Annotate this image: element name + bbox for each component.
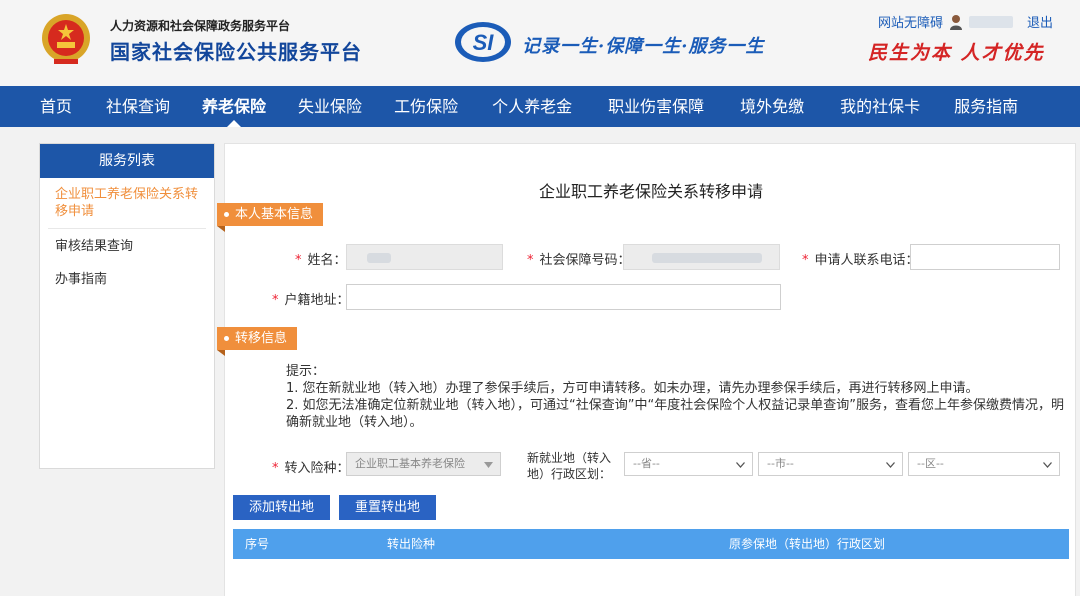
city-select[interactable]: --市-- [758,452,903,476]
site-header: 人力资源和社会保障政务服务平台 国家社会保险公共服务平台 SI 记录一生·保障一… [0,0,1080,86]
tip-item: 1. 您在新就业地（转入地）办理了参保手续后，方可申请转移。如未办理，请先办理参… [286,381,979,396]
chevron-down-icon [1043,462,1052,468]
ssn-label: * 社会保障号码： [527,253,631,268]
nav-service-guide[interactable]: 服务指南 [938,86,1034,127]
national-emblem-icon [42,14,90,64]
col-transfer-insurance: 转出险种 [387,537,436,551]
section-tag-transfer-info: 转移信息 [217,327,298,356]
tip-item: 2. 如您无法准确定位新就业地（转入地），可通过“社保查询”中“年度社会保险个人… [286,398,1064,430]
sidebar-title: 服务列表 [40,144,214,178]
name-label: * 姓名： [295,253,347,268]
dropdown-arrow-icon [484,462,493,468]
sidebar-item-review-result[interactable]: 审核结果查询 [40,229,214,263]
col-index: 序号 [245,537,270,551]
user-avatar-icon [950,14,963,30]
col-original-region: 原参保地（转出地）行政区划 [729,537,886,551]
page-title: 企业职工养老保险关系转移申请 [538,182,763,201]
motto: 记录一生·保障一生·服务一生 [522,36,765,57]
nav-overseas-exemption[interactable]: 境外免缴 [722,86,822,127]
chevron-down-icon [736,462,745,468]
tips-title: 提示： [286,364,326,379]
region-label: 新就业地（转入 地）行政区划： [527,451,612,481]
si-logo-icon: SI [455,22,511,62]
nav-work-injury-insurance[interactable]: 工伤保险 [378,86,474,127]
svg-text:SI: SI [473,30,495,55]
ssn-field[interactable] [623,244,780,270]
section-tag-basic-info: 本人基本信息 [217,203,324,232]
section-tag-label: 本人基本信息 [235,207,314,222]
service-sidebar: 服务列表 企业职工养老保险关系转移申请 审核结果查询 办事指南 [39,143,215,469]
insurance-type-select[interactable]: 企业职工基本养老保险 [346,452,501,476]
platform-title: 国家社会保险公共服务平台 [110,40,362,64]
section-tag-label: 转移信息 [235,331,288,346]
nav-unemployment-insurance[interactable]: 失业保险 [282,86,378,127]
tips-box: 提示： 1. 您在新就业地（转入地）办理了参保手续后，方可申请转移。如未办理，请… [286,363,1066,431]
name-blurred-value [367,253,391,263]
province-select[interactable]: --省-- [624,452,753,476]
phone-label: * 申请人联系电话： [802,253,919,268]
ssn-blurred-value [652,253,762,263]
insurance-type-value: 企业职工基本养老保险 [355,457,465,470]
slogan: 民生为本 人才优先 [868,42,1045,64]
nav-home[interactable]: 首页 [0,86,90,127]
name-field[interactable] [346,244,503,270]
reset-transfer-out-button[interactable]: 重置转出地 [339,495,436,520]
nav-pension-insurance[interactable]: 养老保险 [186,86,282,127]
sidebar-item-transfer-application[interactable]: 企业职工养老保险关系转移申请 [48,178,206,229]
nav-occupational-injury[interactable]: 职业伤害保障 [590,86,722,127]
username-blurred [969,15,1014,28]
address-label: * 户籍地址： [272,293,350,308]
top-links: 网站无障碍 退出 [878,12,1053,31]
accessibility-link[interactable]: 网站无障碍 [878,12,943,31]
tag-dot-icon [224,336,229,341]
chevron-down-icon [886,462,895,468]
phone-field[interactable] [910,244,1060,270]
main-nav: 首页 社保查询 养老保险 失业保险 工伤保险 个人养老金 职业伤害保障 境外免缴… [0,86,1080,127]
nav-personal-pension[interactable]: 个人养老金 [474,86,590,127]
insurance-type-label: * 转入险种： [272,461,350,476]
nav-social-security-query[interactable]: 社保查询 [90,86,186,127]
sidebar-item-guide[interactable]: 办事指南 [40,263,214,296]
main-content: 企业职工养老保险关系转移申请 本人基本信息 * 姓名： * 社会保障号码： * 申请人… [217,143,1076,596]
add-transfer-out-button[interactable]: 添加转出地 [233,495,330,520]
tag-dot-icon [224,212,229,217]
transfer-table-header: 序号 转出险种 原参保地（转出地）行政区划 [233,529,1069,559]
district-select[interactable]: --区-- [908,452,1060,476]
address-field[interactable] [346,284,781,310]
nav-my-social-card[interactable]: 我的社保卡 [822,86,938,127]
org-name-small: 人力资源和社会保障政务服务平台 [110,19,291,33]
logout-link[interactable]: 退出 [1027,12,1053,31]
